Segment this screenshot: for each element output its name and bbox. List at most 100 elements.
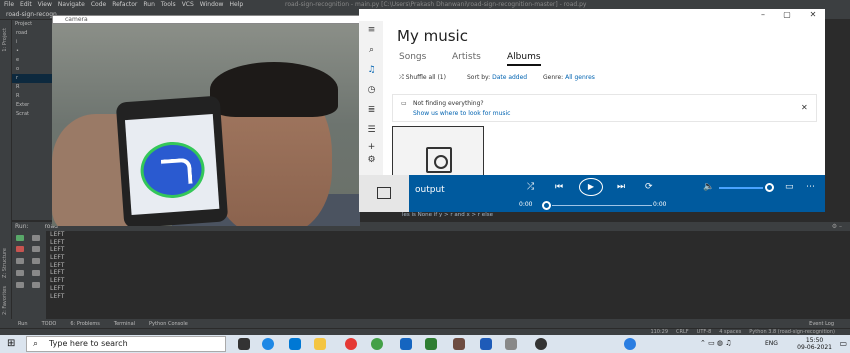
shuffle-all-button[interactable]: ⤮ Shuffle all (1) xyxy=(399,74,446,82)
show-where-link[interactable]: Show us where to look for music xyxy=(413,110,511,117)
music-note-icon[interactable]: ♫ xyxy=(367,66,376,75)
menu-help[interactable]: Help xyxy=(229,1,243,8)
tree-item[interactable]: i xyxy=(12,38,52,47)
side-tab-structure[interactable]: Z: Structure xyxy=(2,248,8,278)
volume-icon[interactable]: 🔈 xyxy=(703,182,714,192)
more-icon[interactable]: ⋯ xyxy=(806,182,815,192)
tree-item[interactable]: • xyxy=(12,47,52,56)
tray-icons[interactable]: ⌃ ▭ ◍ ♫ xyxy=(700,339,732,347)
app-icon[interactable] xyxy=(400,338,412,350)
layout-icon[interactable] xyxy=(16,270,24,276)
tab-artists[interactable]: Artists xyxy=(452,52,481,62)
event-log-button[interactable]: Event Log xyxy=(809,321,834,327)
genre-dropdown[interactable]: Genre: All genres xyxy=(543,74,595,81)
edge-icon[interactable] xyxy=(262,338,274,350)
chrome-icon[interactable] xyxy=(345,338,357,350)
side-tab-favorites[interactable]: 2: Favorites xyxy=(2,286,8,315)
tab-python-console[interactable]: Python Console xyxy=(149,321,188,327)
side-tab-project[interactable]: 1: Project xyxy=(2,28,8,52)
down-arrow-icon[interactable] xyxy=(32,246,40,252)
tree-item[interactable]: R xyxy=(12,83,52,92)
menu-window[interactable]: Window xyxy=(200,1,224,8)
onedrive-icon[interactable] xyxy=(624,338,636,350)
up-arrow-icon[interactable] xyxy=(32,235,40,241)
menu-view[interactable]: View xyxy=(38,1,52,8)
tree-item[interactable]: Scrat xyxy=(12,110,52,119)
stop-icon[interactable] xyxy=(16,246,24,252)
now-playing-title[interactable]: output xyxy=(415,185,445,195)
camera-window-titlebar[interactable]: camera xyxy=(52,15,360,24)
task-view-icon[interactable] xyxy=(238,338,250,350)
volume-slider-thumb[interactable] xyxy=(765,183,774,192)
tree-item[interactable]: e xyxy=(12,56,52,65)
store-icon[interactable] xyxy=(289,338,301,350)
tab-albums[interactable]: Albums xyxy=(507,52,541,66)
dismiss-icon[interactable]: ✕ xyxy=(801,103,808,112)
menu-run[interactable]: Run xyxy=(143,1,155,8)
gear-icon[interactable]: ⚙ xyxy=(367,156,376,165)
windows-start-icon[interactable]: ⊞ xyxy=(7,338,15,349)
tab-run[interactable]: Run xyxy=(18,321,28,327)
now-playing-thumbnail[interactable] xyxy=(359,175,409,212)
notification-icon[interactable]: ▭ xyxy=(839,339,847,348)
console-line: LEFT xyxy=(50,246,65,254)
menu-file[interactable]: File xyxy=(4,1,14,8)
add-icon[interactable]: + xyxy=(367,143,376,152)
tree-item[interactable]: Exter xyxy=(12,101,52,110)
seek-bar[interactable] xyxy=(552,205,652,206)
menu-tools[interactable]: Tools xyxy=(161,1,176,8)
app-icon[interactable] xyxy=(371,338,383,350)
tree-item[interactable]: road xyxy=(12,29,52,38)
sort-by-dropdown[interactable]: Sort by: Date added xyxy=(467,74,527,81)
close-icon[interactable]: ✕ xyxy=(803,9,823,21)
shuffle-icon[interactable]: ⤮ xyxy=(527,182,534,192)
play-button[interactable]: ▶ xyxy=(579,178,603,196)
trash-icon[interactable] xyxy=(32,282,40,288)
tab-terminal[interactable]: Terminal xyxy=(114,321,135,327)
project-panel-header[interactable]: Project xyxy=(12,20,52,29)
app-icon[interactable] xyxy=(505,338,517,350)
menu-navigate[interactable]: Navigate xyxy=(58,1,85,8)
playlists-icon[interactable]: ☰ xyxy=(367,126,376,135)
search-icon[interactable]: ⌕ xyxy=(367,46,376,55)
tree-item-selected[interactable]: r xyxy=(12,74,52,83)
pin-icon[interactable] xyxy=(16,258,24,264)
repeat-icon[interactable]: ⟳ xyxy=(645,182,653,192)
groove-sidebar: ≡ ⌕ ♫ ◷ ≣ ☰ + ⚙ xyxy=(359,21,383,184)
next-icon[interactable]: ⏭ xyxy=(617,182,625,192)
menu-vcs[interactable]: VCS xyxy=(182,1,194,8)
maximize-icon[interactable]: ▢ xyxy=(777,9,797,21)
now-playing-icon[interactable]: ≣ xyxy=(367,106,376,115)
menu-edit[interactable]: Edit xyxy=(20,1,32,8)
taskbar-search[interactable]: ⌕ Type here to search xyxy=(26,336,226,352)
seek-thumb[interactable] xyxy=(542,201,551,210)
genre-value: All genres xyxy=(565,74,595,81)
previous-icon[interactable]: ⏮ xyxy=(555,182,563,192)
mini-view-icon[interactable]: ▭ xyxy=(785,182,794,192)
hamburger-icon[interactable]: ≡ xyxy=(367,26,376,35)
system-clock[interactable]: 15:50 09-06-2021 xyxy=(797,337,832,351)
scroll-end-icon[interactable] xyxy=(32,270,40,276)
console-output[interactable]: LEFT LEFT LEFT LEFT LEFT LEFT LEFT LEFT … xyxy=(46,231,850,319)
rerun-icon[interactable] xyxy=(16,235,24,241)
pycharm-icon[interactable] xyxy=(425,338,437,350)
minimize-icon[interactable]: – xyxy=(753,9,773,21)
menu-code[interactable]: Code xyxy=(91,1,106,8)
tree-item[interactable]: R xyxy=(12,92,52,101)
tab-problems[interactable]: 6: Problems xyxy=(70,321,100,327)
tab-todo[interactable]: TODO xyxy=(42,321,57,327)
menu-refactor[interactable]: Refactor xyxy=(112,1,137,8)
recent-icon[interactable]: ◷ xyxy=(367,86,376,95)
language-indicator[interactable]: ENG xyxy=(765,340,778,347)
settings-icon[interactable]: ⚙ – xyxy=(832,222,842,231)
not-finding-banner: ▭ Not finding everything? Show us where … xyxy=(392,94,817,122)
volume-slider[interactable] xyxy=(719,187,763,189)
tree-item[interactable]: o xyxy=(12,65,52,74)
wrap-icon[interactable] xyxy=(32,258,40,264)
groove-music-icon[interactable] xyxy=(535,338,547,350)
print-icon[interactable] xyxy=(16,282,24,288)
file-explorer-icon[interactable] xyxy=(314,338,326,350)
app-icon[interactable] xyxy=(453,338,465,350)
word-icon[interactable] xyxy=(480,338,492,350)
tab-songs[interactable]: Songs xyxy=(399,52,426,62)
